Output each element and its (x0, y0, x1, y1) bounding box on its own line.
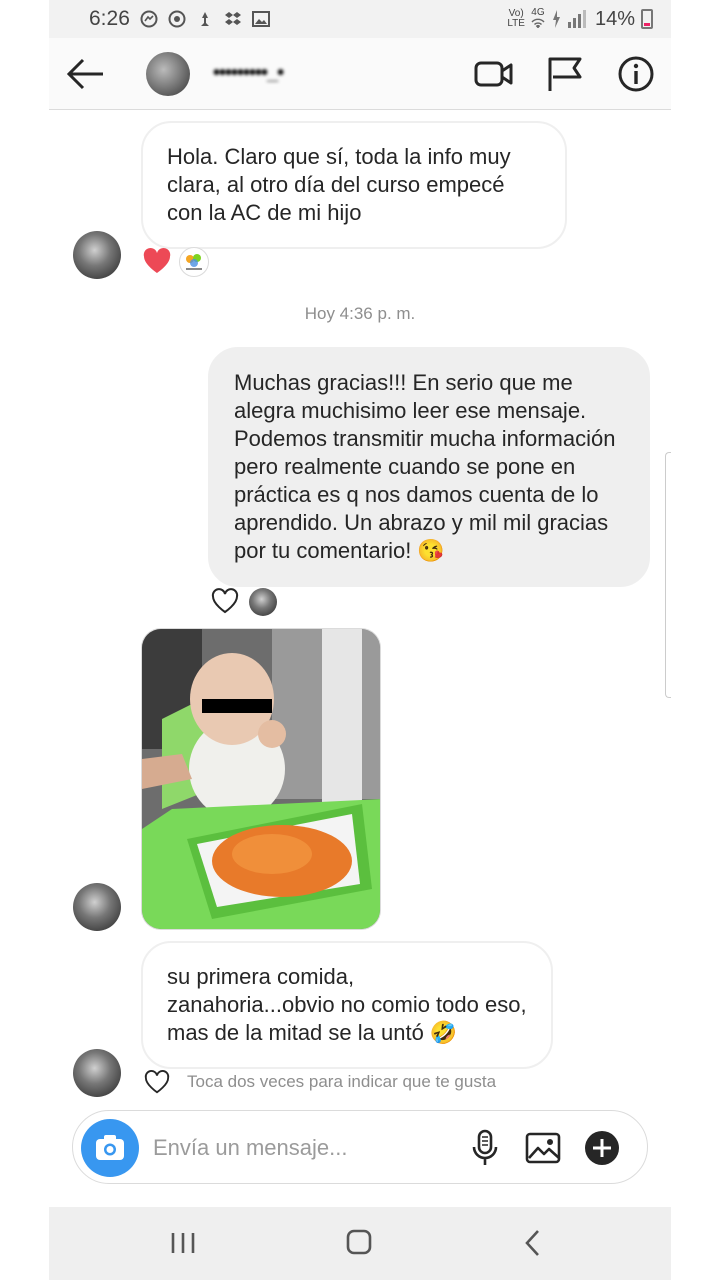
incoming-message-bubble[interactable]: Hola. Claro que sí, toda la info muy cla… (141, 121, 567, 249)
home-icon[interactable] (339, 1225, 379, 1261)
message-text: Hola. Claro que sí, toda la info muy cla… (167, 144, 511, 225)
left-margin (0, 0, 49, 1280)
message-timestamp: Hoy 4:36 p. m. (304, 304, 416, 323)
message-composer[interactable]: Envía un mensaje... (72, 1110, 648, 1184)
contact-username[interactable]: •••••••••_• (213, 62, 284, 85)
vpn-notification-icon (200, 12, 209, 26)
charging-icon (552, 10, 560, 28)
instagram-direct-app: 6:26 Vo) LTE 4G 14% •••••••••_• Hola. Cl… (49, 0, 671, 1280)
status-bar: 6:26 Vo) LTE 4G 14% (49, 0, 671, 38)
plus-icon[interactable] (582, 1128, 622, 1168)
gallery-icon[interactable] (523, 1128, 563, 1168)
chat-header: •••••••••_• (49, 38, 671, 110)
double-tap-hint: Toca dos veces para indicar que te gusta (187, 1072, 497, 1091)
recent-apps-icon[interactable] (163, 1225, 203, 1261)
messenger-notification-icon (140, 10, 158, 28)
outgoing-message-bubble[interactable]: Muchas gracias!!! En serio que me alegra… (208, 347, 650, 587)
heart-reaction-icon[interactable] (142, 246, 172, 276)
sender-avatar[interactable] (73, 883, 121, 931)
chrome-notification-icon (168, 10, 186, 28)
android-nav-bar (49, 1207, 671, 1280)
message-text: Muchas gracias!!! En serio que me alegra… (234, 370, 616, 563)
volte-indicator: Vo) LTE (507, 9, 525, 29)
right-margin (671, 0, 720, 1280)
camera-button[interactable] (81, 1119, 139, 1177)
scrollbar[interactable] (665, 452, 671, 698)
heart-outline-icon[interactable] (210, 587, 240, 615)
message-thread[interactable]: Hola. Claro que sí, toda la info muy cla… (49, 111, 671, 1097)
back-nav-icon[interactable] (513, 1225, 553, 1261)
sender-avatar[interactable] (73, 231, 121, 279)
heart-outline-icon[interactable] (143, 1069, 171, 1095)
cell-signal-icon (567, 10, 586, 28)
battery-percent: 14% (594, 7, 635, 30)
contact-avatar[interactable] (146, 52, 190, 96)
arrow-left-icon[interactable] (63, 54, 107, 94)
incoming-message-bubble[interactable]: su primera comida, zanahoria...obvio no … (141, 941, 553, 1069)
sender-avatar[interactable] (73, 1049, 121, 1097)
mobile-data-indicator: 4G (531, 6, 545, 31)
camera-icon (96, 1135, 124, 1160)
photo-message[interactable] (141, 628, 381, 930)
volte-bottom-label: LTE (507, 18, 525, 29)
video-camera-icon[interactable] (474, 54, 514, 94)
brand-logo-icon (186, 254, 202, 270)
gallery-notification-icon (251, 11, 270, 27)
status-time: 6:26 (89, 7, 130, 30)
info-icon[interactable] (616, 54, 656, 94)
battery-icon (641, 9, 653, 29)
reactor-avatar[interactable] (179, 247, 209, 277)
seen-by-avatar (249, 588, 277, 616)
wifi-icon (531, 18, 545, 29)
message-input[interactable]: Envía un mensaje... (153, 1135, 347, 1161)
status-right-group: Vo) LTE 4G 14% (507, 6, 653, 31)
screen: 6:26 Vo) LTE 4G 14% •••••••••_• Hola. Cl… (0, 0, 720, 1280)
data-type-label: 4G (531, 6, 545, 18)
message-text: su primera comida, zanahoria...obvio no … (167, 964, 527, 1045)
flag-icon[interactable] (545, 54, 585, 94)
photo-image (142, 629, 380, 929)
microphone-icon[interactable] (465, 1128, 505, 1168)
dropbox-notification-icon (224, 12, 241, 25)
